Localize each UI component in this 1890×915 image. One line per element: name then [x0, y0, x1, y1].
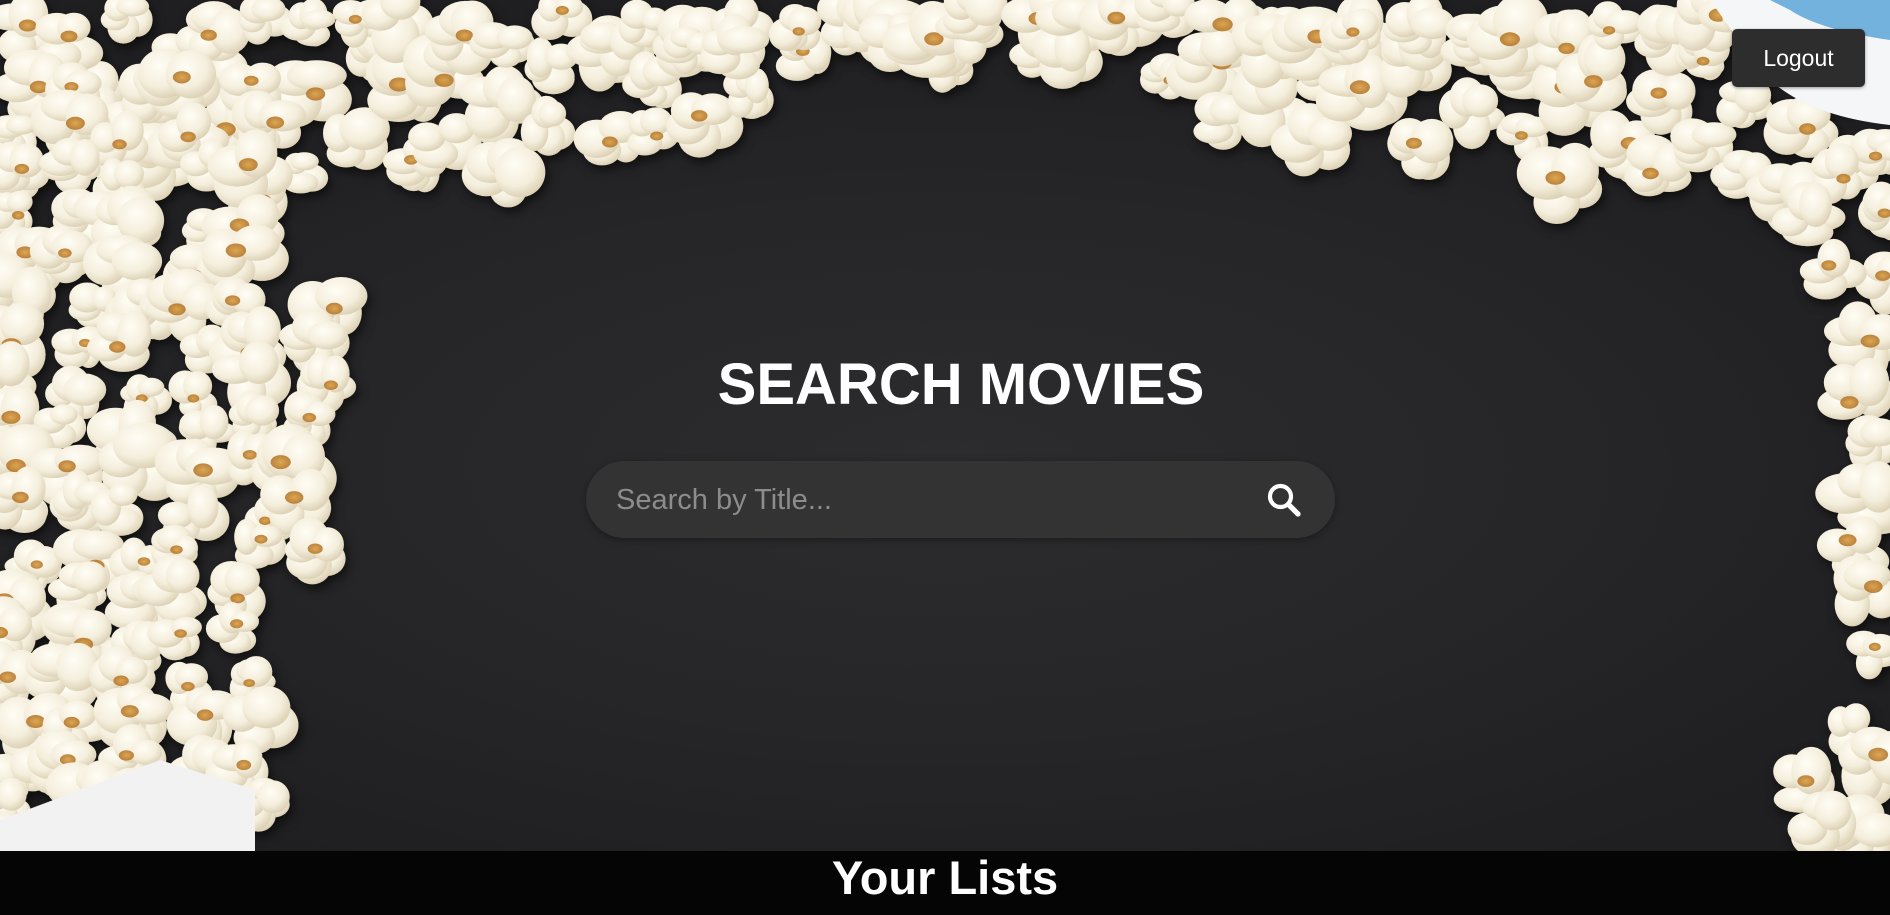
popcorn-kernel	[768, 4, 822, 51]
title-container: SEARCH MOVIES	[586, 350, 1336, 420]
popcorn-kernel	[1799, 238, 1867, 300]
popcorn-kernel	[1858, 181, 1890, 241]
popcorn-kernel	[0, 466, 49, 533]
search-button[interactable]	[1263, 479, 1305, 521]
page-title: SEARCH MOVIES	[717, 352, 1205, 417]
your-lists-heading: Your Lists	[831, 851, 1059, 904]
popcorn-kernel	[284, 517, 346, 585]
page: Logout SEARCH MOVIES Your Lists	[0, 0, 1890, 915]
popcorn-kernel	[100, 0, 153, 44]
popcorn-kernel	[280, 0, 336, 47]
popcorn-kernel	[1846, 630, 1890, 680]
popcorn-kernel	[1817, 357, 1890, 420]
popcorn-kernel	[1387, 118, 1454, 180]
popcorn-kernel	[1833, 555, 1890, 627]
hero-section: Logout SEARCH MOVIES	[0, 0, 1890, 851]
popcorn-kernel	[201, 224, 289, 290]
logout-button[interactable]: Logout	[1732, 29, 1865, 87]
search-icon	[1267, 483, 1301, 517]
popcorn-background-image	[0, 0, 1890, 851]
search-input[interactable]	[614, 461, 1238, 540]
search-bar	[586, 461, 1335, 540]
